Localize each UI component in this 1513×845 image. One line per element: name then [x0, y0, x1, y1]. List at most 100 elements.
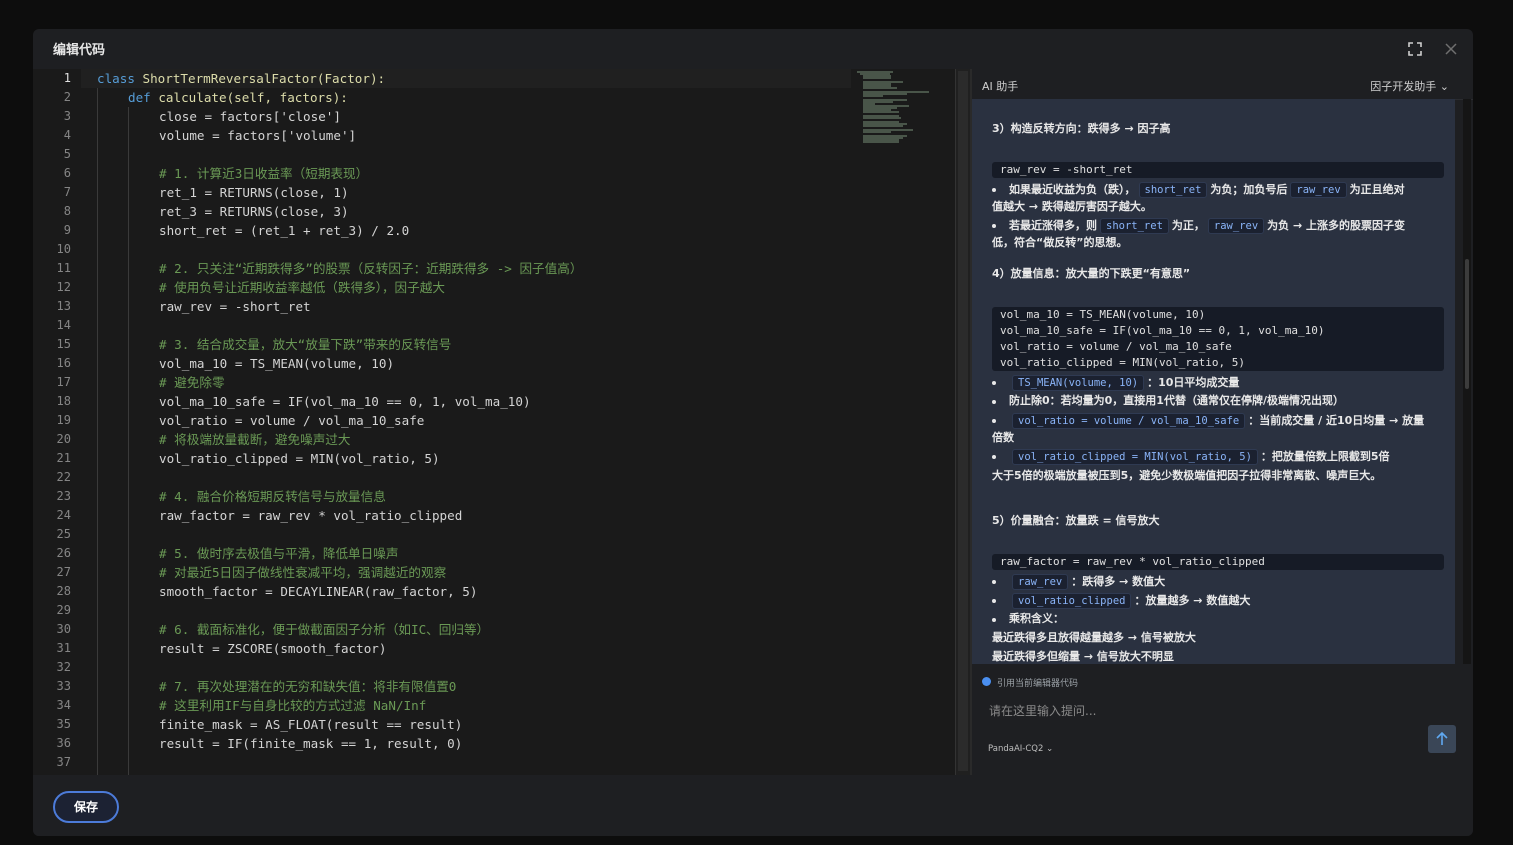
bullet-text: TS_MEAN(volume, 10) ：10日平均成交量 — [1009, 375, 1239, 391]
assistant-mode-select[interactable]: 因子开发助手 ⌄ — [1370, 78, 1449, 94]
code-line-11: # 2. 只关注“近期跌得多”的股票（反转因子：近期跌得多 -> 因子值高） — [159, 261, 583, 276]
line-number: 23 — [56, 489, 71, 503]
line-number: 1 — [63, 71, 71, 85]
code-editor[interactable]: 1 2 3 4 5 6 7 8 9 10 11 12 13 14 15 16 1… — [33, 69, 970, 775]
line-number: 31 — [56, 641, 71, 655]
bullet-text: vol_ratio_clipped = MIN(vol_ratio, 5) ：把放… — [1009, 449, 1390, 465]
line-number: 19 — [56, 413, 71, 427]
line-number: 15 — [56, 337, 71, 351]
bullet-text: raw_rev ：跌得多 → 数值大 — [1009, 574, 1165, 590]
line-number: 33 — [56, 679, 71, 693]
line-number: 30 — [56, 622, 71, 636]
question-input[interactable]: 请在这里输入提问... — [989, 702, 1096, 719]
code-line-1: class ShortTermReversalFactor(Factor): — [97, 71, 386, 86]
line-number: 37 — [56, 755, 71, 769]
bullet — [992, 381, 996, 385]
bullet — [992, 188, 996, 192]
ai-panel-scrollbar[interactable] — [1463, 99, 1471, 664]
line-number: 28 — [56, 584, 71, 598]
bullet-text-cont: 值越大 → 跌得越厉害因子越大。 — [992, 200, 1152, 213]
paragraph-text: 最近跌得多且放得越量越多 → 信号被放大 — [992, 631, 1196, 644]
bullet-text: 防止除0：若均量为0，直接用1代替（通常仅在停牌/极端情况出现） — [1009, 394, 1344, 407]
code-line-18: vol_ma_10_safe = IF(vol_ma_10 == 0, 1, v… — [159, 394, 531, 409]
section-heading: 3）构造反转方向：跌得多 → 因子高 — [992, 122, 1171, 135]
code-line-2: def calculate(self, factors): — [128, 90, 348, 105]
line-number: 21 — [56, 451, 71, 465]
line-number: 3 — [63, 109, 71, 123]
send-button[interactable] — [1428, 725, 1456, 753]
ai-input-area: 引用当前编辑器代码 请在这里输入提问... PandaAI-CQ2 ⌄ — [972, 664, 1473, 775]
line-number: 2 — [63, 90, 71, 104]
line-number-gutter: 1 2 3 4 5 6 7 8 9 10 11 12 13 14 15 16 1… — [33, 69, 81, 775]
ai-panel-header: AI 助手 因子开发助手 ⌄ — [972, 69, 1473, 100]
code-line-6: # 1. 计算近3日收益率（短期表现） — [159, 166, 369, 181]
reference-editor-code-label[interactable]: 引用当前编辑器代码 — [997, 676, 1078, 689]
code-line-23: # 4. 融合价格短期反转信号与放量信息 — [159, 489, 386, 504]
model-select[interactable]: PandaAI-CQ2 ⌄ — [988, 744, 1053, 754]
line-number: 26 — [56, 546, 71, 560]
indent-guide — [97, 88, 98, 775]
code-line-15: # 3. 结合成交量，放大“放量下跌”带来的反转信号 — [159, 337, 452, 352]
code-line-21: vol_ratio_clipped = MIN(vol_ratio, 5) — [159, 451, 440, 466]
ai-message: 3）构造反转方向：跌得多 → 因子高 raw_rev = -short_ret … — [972, 99, 1455, 664]
line-number: 11 — [56, 261, 71, 275]
code-line-4: volume = factors['volume'] — [159, 128, 357, 143]
code-line-33: # 7. 再次处理潜在的无穷和缺失值：将非有限值置0 — [159, 679, 457, 694]
bullet-text-cont: 倍数 — [992, 431, 1014, 444]
code-block: raw_rev = -short_ret — [992, 162, 1444, 178]
line-number: 5 — [63, 147, 71, 161]
bullet-text: vol_ratio = volume / vol_ma_10_safe ：当前成交… — [1009, 413, 1424, 429]
bullet — [992, 618, 996, 622]
code-line-19: vol_ratio = volume / vol_ma_10_safe — [159, 413, 425, 428]
code-line-28: smooth_factor = DECAYLINEAR(raw_factor, … — [159, 584, 478, 599]
edit-code-modal: 编辑代码 1 2 3 4 5 6 7 8 9 10 11 12 13 14 15… — [33, 29, 1473, 836]
bullet — [992, 580, 996, 584]
code-line-9: short_ret = (ret_1 + ret_3) / 2.0 — [159, 223, 410, 238]
bullet-text-cont: 低，符合“做反转”的思想。 — [992, 236, 1128, 249]
section-heading: 5）价量融合：放量跌 = 信号放大 — [992, 514, 1160, 527]
code-line-16: vol_ma_10 = TS_MEAN(volume, 10) — [159, 356, 395, 371]
bullet — [992, 224, 996, 228]
line-number: 6 — [63, 166, 71, 180]
line-number: 25 — [56, 527, 71, 541]
modal-footer: 保存 — [33, 775, 1473, 836]
paragraph-text: 最近跌得多但缩量 → 信号放大不明显 — [992, 650, 1174, 663]
line-number: 22 — [56, 470, 71, 484]
line-number: 14 — [56, 318, 71, 332]
modal-title: 编辑代码 — [53, 43, 106, 58]
save-button[interactable]: 保存 — [53, 791, 119, 823]
editor-scrollbar[interactable] — [955, 69, 970, 775]
line-number: 27 — [56, 565, 71, 579]
line-number: 4 — [63, 128, 71, 142]
code-line-34: # 这里利用IF与自身比较的方式过滤 NaN/Inf — [159, 698, 427, 713]
bullet — [992, 599, 996, 603]
line-number: 16 — [56, 356, 71, 370]
line-number: 17 — [56, 375, 71, 389]
line-number: 12 — [56, 280, 71, 294]
bullet — [992, 400, 996, 404]
line-number: 10 — [56, 242, 71, 256]
close-icon[interactable] — [1444, 42, 1458, 56]
bullet-text: 乘积含义： — [1009, 612, 1064, 625]
code-line-24: raw_factor = raw_rev * vol_ratio_clipped — [159, 508, 463, 523]
code-line-27: # 对最近5日因子做线性衰减平均，强调越近的观察 — [159, 565, 447, 580]
code-line-7: ret_1 = RETURNS(close, 1) — [159, 185, 349, 200]
code-line-3: close = factors['close'] — [159, 109, 341, 124]
line-number: 20 — [56, 432, 71, 446]
line-number: 24 — [56, 508, 71, 522]
code-line-13: raw_rev = -short_ret — [159, 299, 311, 314]
checkbox-checked-icon[interactable] — [982, 677, 991, 686]
arrow-up-icon — [1436, 731, 1448, 745]
line-number: 8 — [63, 204, 71, 218]
code-minimap[interactable] — [853, 69, 953, 169]
ai-assistant-panel: AI 助手 因子开发助手 ⌄ 3）构造反转方向：跌得多 → 因子高 raw_re… — [972, 69, 1473, 775]
indent-guide — [128, 107, 129, 775]
section-heading: 4）放量信息：放大量的下跌更“有意思” — [992, 267, 1191, 280]
code-line-30: # 6. 截面标准化，便于做截面因子分析（如IC、回归等） — [159, 622, 490, 637]
code-line-17: # 避免除零 — [159, 375, 225, 390]
bullet — [992, 419, 996, 423]
line-number: 32 — [56, 660, 71, 674]
code-line-36: result = IF(finite_mask == 1, result, 0) — [159, 736, 463, 751]
bullet-text-cont: 大于5倍的极端放量被压到5，避免少数极端值把因子拉得非常离散、噪声巨大。 — [992, 469, 1382, 482]
fullscreen-icon[interactable] — [1408, 42, 1422, 56]
